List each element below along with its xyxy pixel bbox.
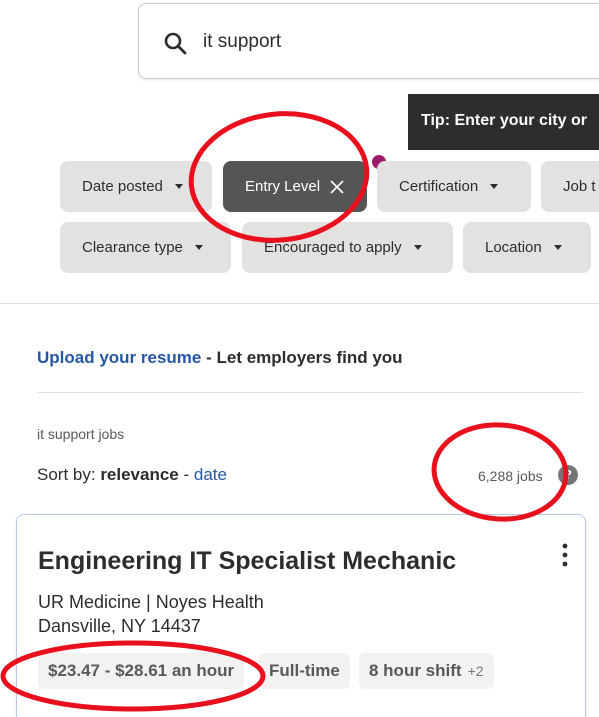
filter-label: Entry Level — [245, 178, 321, 195]
job-type-tag: Full-time — [259, 653, 350, 689]
results-label: it support jobs — [37, 426, 125, 442]
filter-entry-level[interactable]: Entry Level — [223, 161, 367, 212]
more-tags-count: +2 — [467, 663, 484, 679]
company-name: UR Medicine | Noyes Health — [38, 592, 264, 612]
tag-label: $23.47 - $28.61 an hour — [48, 661, 235, 680]
job-title[interactable]: Engineering IT Specialist Mechanic — [38, 547, 456, 576]
help-icon[interactable]: ? — [558, 465, 578, 485]
job-location: Dansville, NY 14437 — [38, 616, 201, 636]
sort-prefix: Sort by: — [37, 465, 101, 484]
job-count: 6,288 jobs — [478, 468, 543, 484]
filter-location[interactable]: Location — [463, 222, 591, 273]
tag-label: Full-time — [269, 661, 340, 680]
search-input[interactable] — [203, 26, 583, 58]
upload-resume-link[interactable]: Upload your resume — [37, 348, 201, 367]
sort-control: Sort by: relevance - date — [37, 465, 227, 485]
caret-down-icon — [194, 245, 203, 250]
salary-tag: $23.47 - $28.61 an hour — [38, 653, 245, 689]
filter-label: Encouraged to apply — [264, 239, 402, 256]
caret-down-icon — [174, 184, 183, 189]
shift-tag: 8 hour shift +2 — [359, 653, 494, 689]
job-card[interactable]: Engineering IT Specialist Mechanic UR Me… — [16, 514, 586, 717]
filter-label: Date posted — [82, 178, 163, 195]
filter-date-posted[interactable]: Date posted — [60, 161, 212, 212]
caret-down-icon — [553, 245, 562, 250]
filter-encouraged-to-apply[interactable]: Encouraged to apply — [242, 222, 453, 273]
sort-relevance: relevance — [100, 465, 179, 484]
filter-job-type[interactable]: Job t — [541, 161, 599, 212]
search-box[interactable] — [138, 3, 599, 79]
sort-date-link[interactable]: date — [194, 465, 227, 484]
filter-certification[interactable]: Certification — [377, 161, 531, 212]
close-icon[interactable] — [330, 179, 344, 194]
upload-resume-text: - Let employers find you — [201, 348, 403, 367]
more-options-icon[interactable] — [553, 541, 577, 569]
filter-label: Certification — [399, 178, 479, 195]
filter-label: Location — [485, 239, 542, 256]
divider — [0, 303, 599, 304]
tip-banner: Tip: Enter your city or — [408, 94, 599, 150]
filter-clearance-type[interactable]: Clearance type — [60, 222, 231, 273]
caret-down-icon — [413, 245, 422, 250]
filter-label: Clearance type — [82, 239, 183, 256]
sort-separator: - — [178, 465, 194, 484]
filter-label: Job t — [563, 178, 596, 195]
tag-label: 8 hour shift — [369, 661, 462, 680]
divider — [37, 392, 583, 393]
upload-resume-prompt: Upload your resume - Let employers find … — [37, 348, 403, 368]
search-icon — [164, 32, 187, 55]
caret-down-icon — [490, 184, 499, 189]
